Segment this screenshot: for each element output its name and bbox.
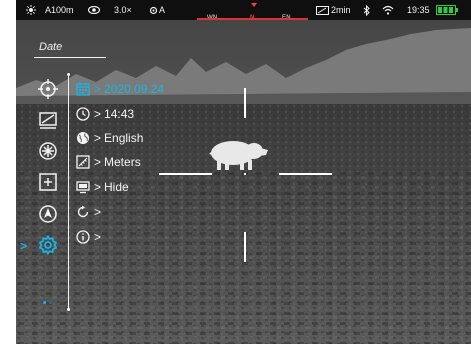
calibration-icon (149, 0, 158, 20)
crosshair-target-icon[interactable] (35, 78, 61, 100)
unit-ruler-icon (75, 154, 91, 170)
eye-icon (88, 0, 100, 20)
language-value: English (104, 131, 144, 145)
row-chevron: > (94, 155, 102, 169)
date-value: 2020.09.24 (104, 82, 165, 96)
reticle-bottom-line (244, 232, 246, 262)
reticle-right-line (279, 173, 332, 175)
thermal-device-screen: A100m 3.0× A WN N EN 2min 19:35 (16, 0, 471, 344)
clock-icon (75, 106, 91, 122)
units-value: Meters (104, 155, 141, 169)
row-chevron: > (94, 205, 102, 219)
submenu-language[interactable]: > English (75, 129, 143, 147)
submenu-reset[interactable]: > (75, 203, 104, 221)
selected-item-chevron: > (20, 239, 28, 253)
zoom-level: 3.0× (114, 5, 132, 15)
page-indicator (43, 301, 52, 304)
language-globe-icon (75, 130, 91, 146)
rangefinder-readout: A100m (45, 5, 74, 15)
row-chevron: > (94, 180, 102, 194)
image-mode-icon[interactable] (35, 110, 61, 132)
page-dot (49, 301, 52, 304)
screen-display-icon (75, 179, 91, 195)
settings-gear-icon[interactable] (35, 234, 61, 256)
hot-tracking-icon[interactable] (35, 140, 61, 162)
submenu-date[interactable]: > 2020.09.24 (75, 80, 164, 98)
time-value: 14:43 (104, 107, 135, 121)
wifi-icon (382, 0, 394, 20)
menu-title-underline (34, 57, 106, 58)
status-bar: A100m 3.0× A WN N EN 2min 19:35 (16, 0, 471, 21)
compass-underline (197, 18, 308, 20)
compass-calibration-icon[interactable] (35, 203, 61, 225)
page-dot-active (43, 301, 46, 304)
recording-timer: 2min (331, 5, 351, 15)
compass-strip: WN N EN (197, 3, 308, 21)
row-chevron: > (94, 82, 102, 96)
display-value: Hide (104, 180, 129, 194)
info-icon (75, 229, 91, 245)
reticle-center-dot (244, 173, 246, 175)
clock-readout: 19:35 (407, 5, 430, 15)
submenu-units[interactable]: > Meters (75, 153, 141, 171)
submenu-info[interactable]: > (75, 228, 104, 246)
thermal-scene (16, 0, 471, 344)
picture-in-picture-icon[interactable] (35, 171, 61, 193)
reset-icon (75, 204, 91, 220)
reticle-top-line (244, 88, 246, 118)
reticle-left-line (159, 173, 212, 175)
brightness-icon (26, 0, 36, 20)
row-chevron: > (94, 107, 102, 121)
row-chevron: > (94, 230, 102, 244)
separator-bottom-dot (67, 308, 70, 311)
compass-heading-indicator (251, 3, 257, 7)
bluetooth-icon (363, 0, 370, 20)
menu-separator (68, 76, 69, 311)
submenu-time[interactable]: > 14:43 (75, 105, 134, 123)
menu-title: Date (39, 41, 63, 53)
calibration-mode: A (159, 5, 166, 15)
row-chevron: > (94, 131, 102, 145)
submenu-display[interactable]: > Hide (75, 178, 129, 196)
calendar-icon (75, 81, 91, 97)
battery-icon (436, 0, 458, 20)
auto-shutdown-icon (316, 0, 329, 20)
